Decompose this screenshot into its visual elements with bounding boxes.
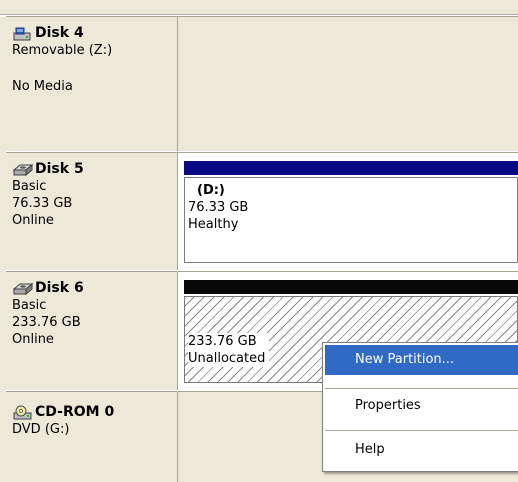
disk-label-cdrom0[interactable]: CD-ROM 0 DVD (G:) — [6, 392, 178, 482]
volume-d[interactable]: (D:) 76.33 GB Healthy — [184, 177, 518, 263]
unallocated-bar — [184, 280, 518, 294]
disk-type: Removable (Z:) — [12, 43, 113, 58]
disk-row-disk5[interactable]: Disk 5 Basic 76.33 GB Online (D:) 76.33 … — [6, 152, 518, 271]
disk-title: Disk 6 — [35, 280, 84, 296]
context-menu: New Partition... Properties Help — [322, 342, 518, 472]
volume-letter: (D:) — [197, 183, 225, 198]
disk-title: Disk 4 — [35, 25, 84, 41]
disk-title: CD-ROM 0 — [35, 404, 115, 420]
disk-row-disk4[interactable]: Disk 4 Removable (Z:) No Media — [6, 16, 518, 152]
top-strip — [0, 0, 518, 17]
disk-status: Online — [12, 213, 54, 228]
disk-size: 76.33 GB — [12, 196, 73, 211]
menu-item-new-partition[interactable]: New Partition... — [325, 345, 518, 375]
disk-management-pane: Disk 4 Removable (Z:) No Media Disk 5 Ba… — [0, 0, 518, 482]
disk-type: Basic — [12, 179, 47, 194]
disk-label-disk6[interactable]: Disk 6 Basic 233.76 GB Online — [6, 272, 178, 390]
menu-item-properties[interactable]: Properties — [325, 391, 518, 421]
primary-partition-bar — [184, 161, 518, 175]
disk-type: DVD (G:) — [12, 422, 70, 437]
disk-status: Online — [12, 332, 54, 347]
disk4-volume-area — [178, 17, 518, 151]
cdrom-icon — [12, 405, 34, 421]
removable-disk-icon — [12, 26, 34, 42]
menu-separator — [325, 388, 518, 389]
hard-disk-icon — [12, 281, 34, 297]
volume-status: Healthy — [188, 217, 239, 232]
unallocated-status: Unallocated — [188, 351, 266, 366]
menu-item-help[interactable]: Help — [325, 435, 518, 465]
disk-label-disk5[interactable]: Disk 5 Basic 76.33 GB Online — [6, 153, 178, 270]
unallocated-size: 233.76 GB — [188, 334, 257, 349]
disk-type: Basic — [12, 298, 47, 313]
hard-disk-icon — [12, 162, 34, 178]
disk5-volume-area: (D:) 76.33 GB Healthy — [178, 153, 518, 270]
disk-size: 233.76 GB — [12, 315, 81, 330]
disk-status: No Media — [12, 79, 73, 94]
disk-label-disk4[interactable]: Disk 4 Removable (Z:) No Media — [6, 17, 178, 151]
disk-title: Disk 5 — [35, 161, 84, 177]
menu-separator — [325, 430, 518, 431]
disk-spacer — [12, 59, 112, 76]
volume-size: 76.33 GB — [188, 200, 249, 215]
